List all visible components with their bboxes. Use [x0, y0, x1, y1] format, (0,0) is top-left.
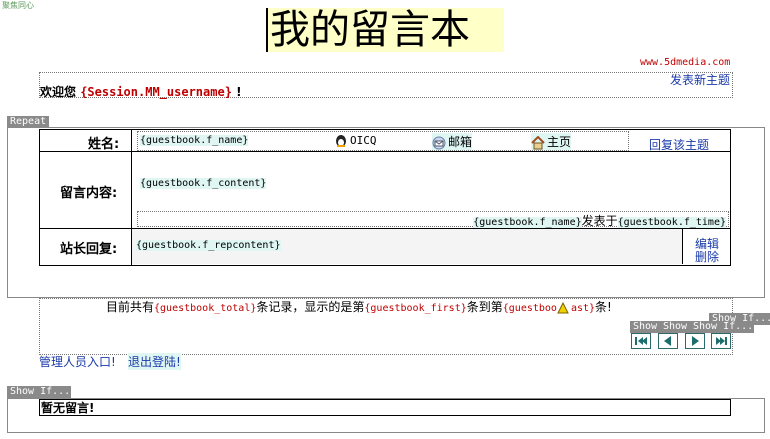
- show-label-1: Show: [630, 321, 661, 333]
- record-text-1: 目前共有: [106, 300, 155, 314]
- name-label: 姓名:: [88, 137, 120, 152]
- content-label: 留言内容:: [60, 186, 118, 201]
- admin-reply-value: {guestbook.f_repcontent}: [136, 240, 281, 251]
- email-label: 邮箱: [448, 135, 473, 149]
- welcome-line: 欢迎您 {Session.MM_username} !: [40, 83, 242, 100]
- corner-text: 聚焦同心: [2, 1, 34, 10]
- house-icon: [531, 135, 545, 150]
- new-topic-link[interactable]: 发表新主题: [670, 71, 730, 88]
- name-value: {guestbook.f_name}: [140, 135, 249, 146]
- welcome-suffix: !: [236, 85, 242, 99]
- content-value: {guestbook.f_content}: [140, 178, 267, 189]
- delete-link[interactable]: 删除: [695, 248, 719, 265]
- posted-time: {guestbook.f_time}: [617, 217, 726, 228]
- homepage-label: 主页: [547, 135, 572, 149]
- last-page-button[interactable]: [711, 333, 731, 349]
- record-last-tail: ast}: [570, 303, 596, 314]
- logout-link[interactable]: 退出登陆!: [128, 353, 181, 370]
- record-first: {guestbook_first}: [364, 303, 467, 314]
- homepage-link[interactable]: 主页: [531, 133, 572, 150]
- welcome-prefix: 欢迎您: [40, 85, 77, 99]
- next-page-icon: [692, 336, 699, 346]
- penguin-icon: [334, 134, 348, 148]
- prev-page-icon: [664, 336, 671, 346]
- next-page-button[interactable]: [685, 333, 705, 349]
- session-username: {Session.MM_username}: [80, 85, 232, 99]
- posted-line: {guestbook.f_name}发表于{guestbook.f_time}: [473, 212, 726, 229]
- page-title-text: 我的留言本: [270, 7, 470, 53]
- oicq-link[interactable]: OICQ: [334, 133, 377, 148]
- empty-box: [39, 399, 731, 416]
- record-total: {guestbook_total}: [154, 303, 257, 314]
- record-text-3: 条到第: [466, 300, 503, 314]
- record-text-4: 条!: [595, 300, 612, 314]
- envelope-icon: [432, 136, 446, 150]
- admin-entry-link[interactable]: 管理人员入口!: [39, 353, 116, 370]
- admin-reply-label: 站长回复:: [60, 242, 118, 257]
- show-label-2: Show: [660, 321, 691, 333]
- first-page-button[interactable]: [631, 333, 651, 349]
- record-info: 目前共有{guestbook_total}条记录，显示的是第{guestbook…: [106, 298, 612, 315]
- repeat-tag: Repeat: [7, 116, 50, 128]
- email-link[interactable]: 邮箱: [432, 133, 473, 150]
- posted-name: {guestbook.f_name}: [473, 217, 582, 228]
- warning-icon: [557, 301, 569, 314]
- last-page-icon: [716, 337, 727, 345]
- page-title: 我的留言本: [266, 8, 504, 52]
- record-text-2: 条记录，显示的是第: [256, 300, 365, 314]
- show-if-tag-3: Show If...: [690, 321, 754, 333]
- site-url: www.5dmedia.com: [640, 57, 731, 68]
- oicq-label: OICQ: [350, 134, 377, 147]
- posted-at-text: 发表于: [581, 214, 618, 228]
- empty-message: 暂无留言!: [41, 401, 95, 415]
- first-page-icon: [635, 337, 647, 345]
- reply-link[interactable]: 回复该主题: [649, 136, 709, 153]
- prev-page-button[interactable]: [658, 333, 678, 349]
- empty-show-if-tag: Show If...: [7, 386, 71, 398]
- record-last: {guestboo: [502, 303, 557, 314]
